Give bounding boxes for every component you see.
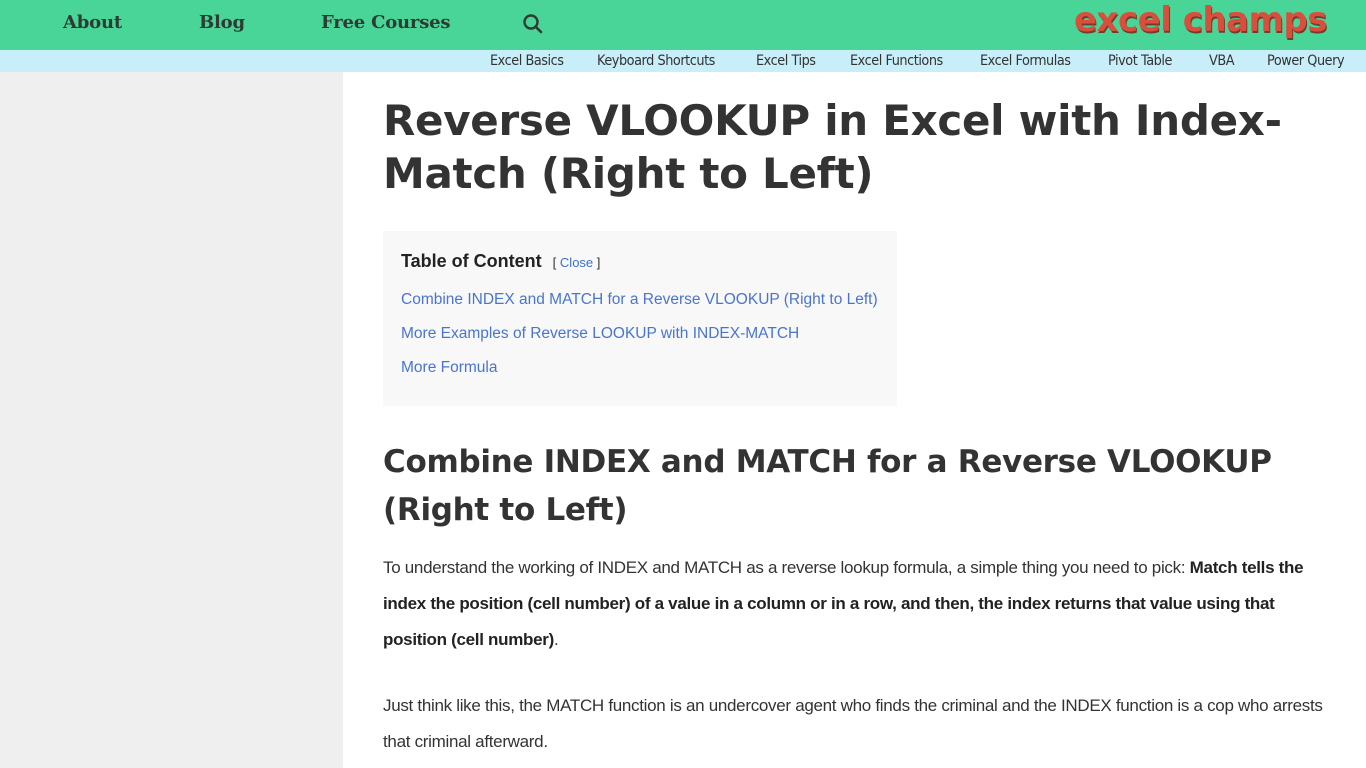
subnav-excel-formulas[interactable]: Excel Formulas: [980, 53, 1071, 69]
subnav-pivot-table[interactable]: Pivot Table: [1108, 53, 1172, 69]
toc-close-wrapper: [ Close ]: [553, 255, 601, 270]
toc-title: Table of Content: [401, 251, 542, 271]
nav-blog[interactable]: Blog: [199, 12, 245, 33]
top-header: About Blog Free Courses excel champs: [0, 0, 1366, 50]
search-icon[interactable]: [522, 13, 544, 35]
toc-item: More Examples of Reverse LOOKUP with IND…: [401, 325, 879, 359]
subnav-power-query[interactable]: Power Query: [1267, 53, 1345, 69]
toc-header: Table of Content [ Close ]: [401, 251, 879, 275]
toc-link-more-examples[interactable]: More Examples of Reverse LOOKUP with IND…: [401, 325, 799, 342]
toc-close-link[interactable]: Close: [560, 255, 593, 270]
toc-list: Combine INDEX and MATCH for a Reverse VL…: [401, 291, 879, 393]
category-nav: Excel Basics Keyboard Shortcuts Excel Ti…: [0, 50, 1366, 72]
subnav-excel-functions[interactable]: Excel Functions: [850, 53, 943, 69]
paragraph-analogy: Just think like this, the MATCH function…: [383, 696, 1323, 751]
bracket-open: [: [552, 255, 557, 270]
paragraph-end: .: [553, 630, 559, 649]
toc-link-combine-index-match[interactable]: Combine INDEX and MATCH for a Reverse VL…: [401, 291, 878, 308]
subnav-excel-basics[interactable]: Excel Basics: [490, 53, 564, 69]
bracket-close: ]: [596, 255, 601, 270]
nav-about[interactable]: About: [63, 12, 122, 33]
site-logo[interactable]: excel champs: [1074, 0, 1328, 40]
toc-link-more-formula[interactable]: More Formula: [401, 359, 497, 376]
section-heading: Combine INDEX and MATCH for a Reverse VL…: [383, 444, 1272, 528]
nav-free-courses[interactable]: Free Courses: [321, 12, 451, 33]
left-sidebar: [0, 72, 343, 768]
subnav-vba[interactable]: VBA: [1209, 53, 1235, 69]
page-title: Reverse VLOOKUP in Excel with Index-Matc…: [383, 96, 1282, 198]
subnav-excel-tips[interactable]: Excel Tips: [756, 53, 816, 69]
paragraph-intro: To understand the working of INDEX and M…: [383, 550, 1328, 658]
toc-item: Combine INDEX and MATCH for a Reverse VL…: [401, 291, 879, 325]
paragraph-intro-text: To understand the working of INDEX and M…: [383, 558, 1190, 577]
table-of-contents: Table of Content [ Close ] Combine INDEX…: [383, 231, 897, 406]
toc-item: More Formula: [401, 359, 879, 393]
subnav-keyboard-shortcuts[interactable]: Keyboard Shortcuts: [597, 53, 715, 69]
